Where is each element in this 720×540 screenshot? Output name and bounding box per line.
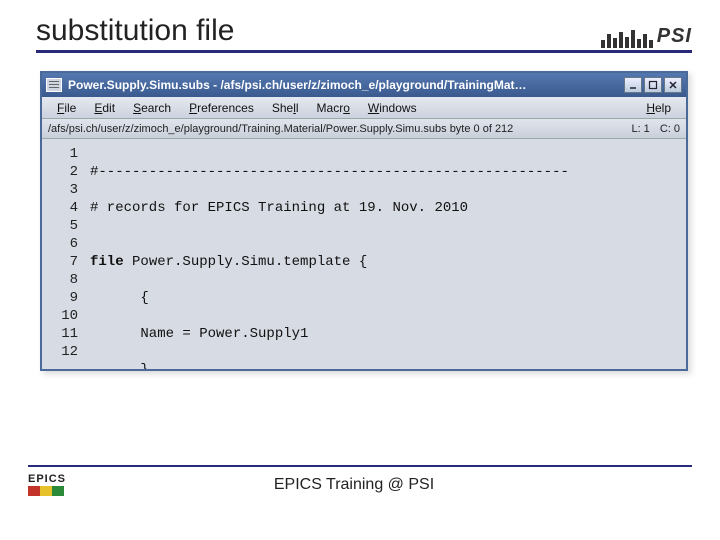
status-line: L: 1 xyxy=(631,123,649,135)
line-number: 8 xyxy=(42,271,78,289)
status-col: C: 0 xyxy=(660,123,680,135)
line-number: 6 xyxy=(42,235,78,253)
line-number: 12 xyxy=(42,343,78,361)
code-line: { xyxy=(90,289,686,307)
line-number: 2 xyxy=(42,163,78,181)
line-number: 9 xyxy=(42,289,78,307)
editor-window: Power.Supply.Simu.subs - /afs/psi.ch/use… xyxy=(40,71,688,371)
slide-header: substitution file PSI xyxy=(36,14,692,53)
line-number: 11 xyxy=(42,325,78,343)
menu-macro[interactable]: Macro xyxy=(308,101,359,115)
line-number: 3 xyxy=(42,181,78,199)
code-line: file Power.Supply.Simu.template { xyxy=(90,253,686,271)
footer-text: EPICS Training @ PSI xyxy=(66,476,642,494)
menu-preferences[interactable]: Preferences xyxy=(180,101,263,115)
code-line: Name = Power.Supply1 xyxy=(90,325,686,343)
menu-edit[interactable]: Edit xyxy=(85,101,124,115)
code-line: } xyxy=(90,361,686,369)
menu-shell[interactable]: Shell xyxy=(263,101,308,115)
slide: substitution file PSI Power.Supply.Simu.… xyxy=(0,0,720,540)
window-title: Power.Supply.Simu.subs - /afs/psi.ch/use… xyxy=(68,78,624,92)
epics-logo-text: EPICS xyxy=(28,473,66,485)
epics-logo: EPICS xyxy=(28,473,66,496)
slide-footer: EPICS EPICS Training @ PSI xyxy=(28,465,692,496)
close-button[interactable] xyxy=(664,77,682,93)
minimize-button[interactable] xyxy=(624,77,642,93)
line-number-gutter: 1 2 3 4 5 6 7 8 9 10 11 12 xyxy=(42,139,84,369)
epics-logo-squares xyxy=(28,486,66,496)
line-number: 5 xyxy=(42,217,78,235)
line-number: 10 xyxy=(42,307,78,325)
psi-logo-bars xyxy=(601,30,653,48)
slide-title: substitution file xyxy=(36,14,234,48)
status-path: /afs/psi.ch/user/z/zimoch_e/playground/T… xyxy=(48,123,513,135)
keyword: file xyxy=(90,254,124,270)
window-titlebar[interactable]: Power.Supply.Simu.subs - /afs/psi.ch/use… xyxy=(42,73,686,97)
code-area[interactable]: #---------------------------------------… xyxy=(84,139,686,369)
psi-logo: PSI xyxy=(601,25,692,48)
menubar: File Edit Search Preferences Shell Macro… xyxy=(42,97,686,119)
line-number: 7 xyxy=(42,253,78,271)
menu-search[interactable]: Search xyxy=(124,101,180,115)
menu-help[interactable]: Help xyxy=(637,101,680,115)
menu-windows[interactable]: Windows xyxy=(359,101,426,115)
psi-logo-text: PSI xyxy=(657,25,692,48)
statusbar: /afs/psi.ch/user/z/zimoch_e/playground/T… xyxy=(42,119,686,139)
editor-body: 1 2 3 4 5 6 7 8 9 10 11 12 #------------… xyxy=(42,139,686,369)
line-number: 1 xyxy=(42,145,78,163)
line-number: 4 xyxy=(42,199,78,217)
maximize-button[interactable] xyxy=(644,77,662,93)
code-line: # records for EPICS Training at 19. Nov.… xyxy=(90,199,686,217)
code-line: #---------------------------------------… xyxy=(90,163,686,181)
app-icon xyxy=(46,78,62,92)
window-buttons xyxy=(624,77,682,93)
menu-file[interactable]: File xyxy=(48,101,85,115)
